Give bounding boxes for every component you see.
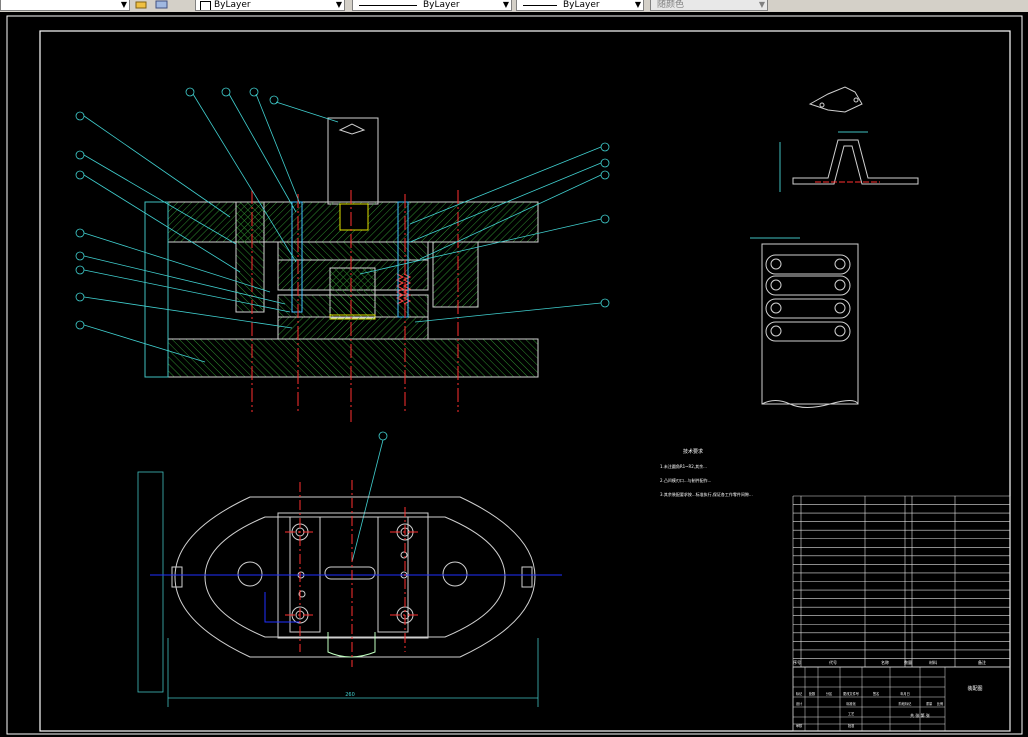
color-control-dropdown[interactable]: ByLayer ▼ bbox=[195, 0, 345, 11]
color-control-value: ByLayer bbox=[214, 0, 251, 10]
plotstyle-control-dropdown[interactable]: 随颜色 ▼ bbox=[650, 0, 768, 11]
chevron-down-icon: ▼ bbox=[335, 0, 342, 9]
properties-toolbar: ▼ ByLayer ▼ ByLayer ▼ ByLayer ▼ 随颜色 ▼ bbox=[0, 0, 1028, 12]
toolbar-dropdown-tail[interactable]: ▼ bbox=[0, 0, 130, 11]
tech-note-2: 2.凸凹模刃口...与制件配作... bbox=[660, 477, 711, 483]
linetype-control-dropdown[interactable]: ByLayer ▼ bbox=[352, 0, 512, 11]
lineweight-control-value: ByLayer bbox=[563, 0, 600, 10]
sheet-info: 共 张 第 张 bbox=[910, 712, 930, 718]
plotstyle-control-value: 随颜色 bbox=[657, 0, 685, 10]
section-view bbox=[144, 117, 539, 422]
title-block-label: 标准化 bbox=[846, 701, 856, 706]
title-block-label: 审核 bbox=[796, 723, 803, 728]
bom-header-cell: 名称 bbox=[881, 659, 889, 665]
lineweight-control-dropdown[interactable]: ByLayer ▼ bbox=[516, 0, 644, 11]
tech-note-3: 3.其余装配要求按...标准执行,保证各工作零件间隙... bbox=[660, 491, 753, 497]
bom-header-cell: 序号 bbox=[793, 659, 801, 665]
layer-icon[interactable] bbox=[135, 0, 149, 10]
title-block-label: 分区 bbox=[826, 691, 833, 696]
linetype-control-value: ByLayer bbox=[423, 0, 460, 10]
title-block-label: 阶段标记 bbox=[899, 701, 913, 706]
bom-header-cell: 代号 bbox=[829, 659, 837, 665]
color-swatch-icon bbox=[200, 1, 211, 10]
title-block-label: 年月日 bbox=[900, 691, 910, 696]
title-block-label: 设计 bbox=[796, 701, 803, 706]
plan-view: 260 bbox=[137, 471, 562, 707]
part-views bbox=[750, 86, 919, 408]
title-block-label: 更改文件号 bbox=[843, 691, 859, 696]
linetype-sample-icon bbox=[359, 5, 417, 6]
chevron-down-icon: ▼ bbox=[502, 0, 509, 9]
drawing-name: 装配图 bbox=[967, 685, 982, 692]
title-block-label: 标记 bbox=[796, 691, 803, 696]
title-block-label: 重量 bbox=[926, 701, 933, 706]
technical-requirements: 技术要求 1.未注圆角R1~R2,其余... 2.凸凹模刃口...与制件配作..… bbox=[660, 448, 753, 497]
bill-of-materials: 序号 代号 名称 数量 材料 备注 bbox=[792, 495, 1011, 668]
title-block-label: 签名 bbox=[873, 691, 879, 696]
bom-header-cell: 备注 bbox=[978, 659, 986, 665]
title-block-label: 比例 bbox=[937, 701, 943, 706]
layer-stack-icon[interactable] bbox=[155, 0, 169, 10]
overall-width-dimension: 260 bbox=[345, 692, 355, 698]
title-block-label: 批准 bbox=[848, 723, 855, 728]
title-block: 装配图 共 张 第 张 标记 处数 分区 更改文件号 签名 年月日设计 标准化 阶段标记 重量比… bbox=[792, 666, 1011, 732]
drawing-canvas[interactable]: 260 技术要求 1.未注圆角R1~R2,其余... 2.凸凹模刃口...与制件… bbox=[0, 12, 1028, 737]
title-block-label: 处数 bbox=[809, 691, 816, 696]
bom-header-cell: 数量 bbox=[904, 659, 912, 665]
bom-header-cell: 材料 bbox=[929, 659, 937, 665]
tech-title: 技术要求 bbox=[683, 448, 703, 455]
lineweight-sample-icon bbox=[523, 5, 557, 6]
chevron-down-icon: ▼ bbox=[120, 0, 127, 9]
sheet-inner-border bbox=[39, 30, 1011, 732]
chevron-down-icon: ▼ bbox=[758, 0, 765, 9]
title-block-label: 工艺 bbox=[848, 711, 854, 716]
chevron-down-icon: ▼ bbox=[634, 0, 641, 9]
tech-note-1: 1.未注圆角R1~R2,其余... bbox=[660, 463, 707, 469]
